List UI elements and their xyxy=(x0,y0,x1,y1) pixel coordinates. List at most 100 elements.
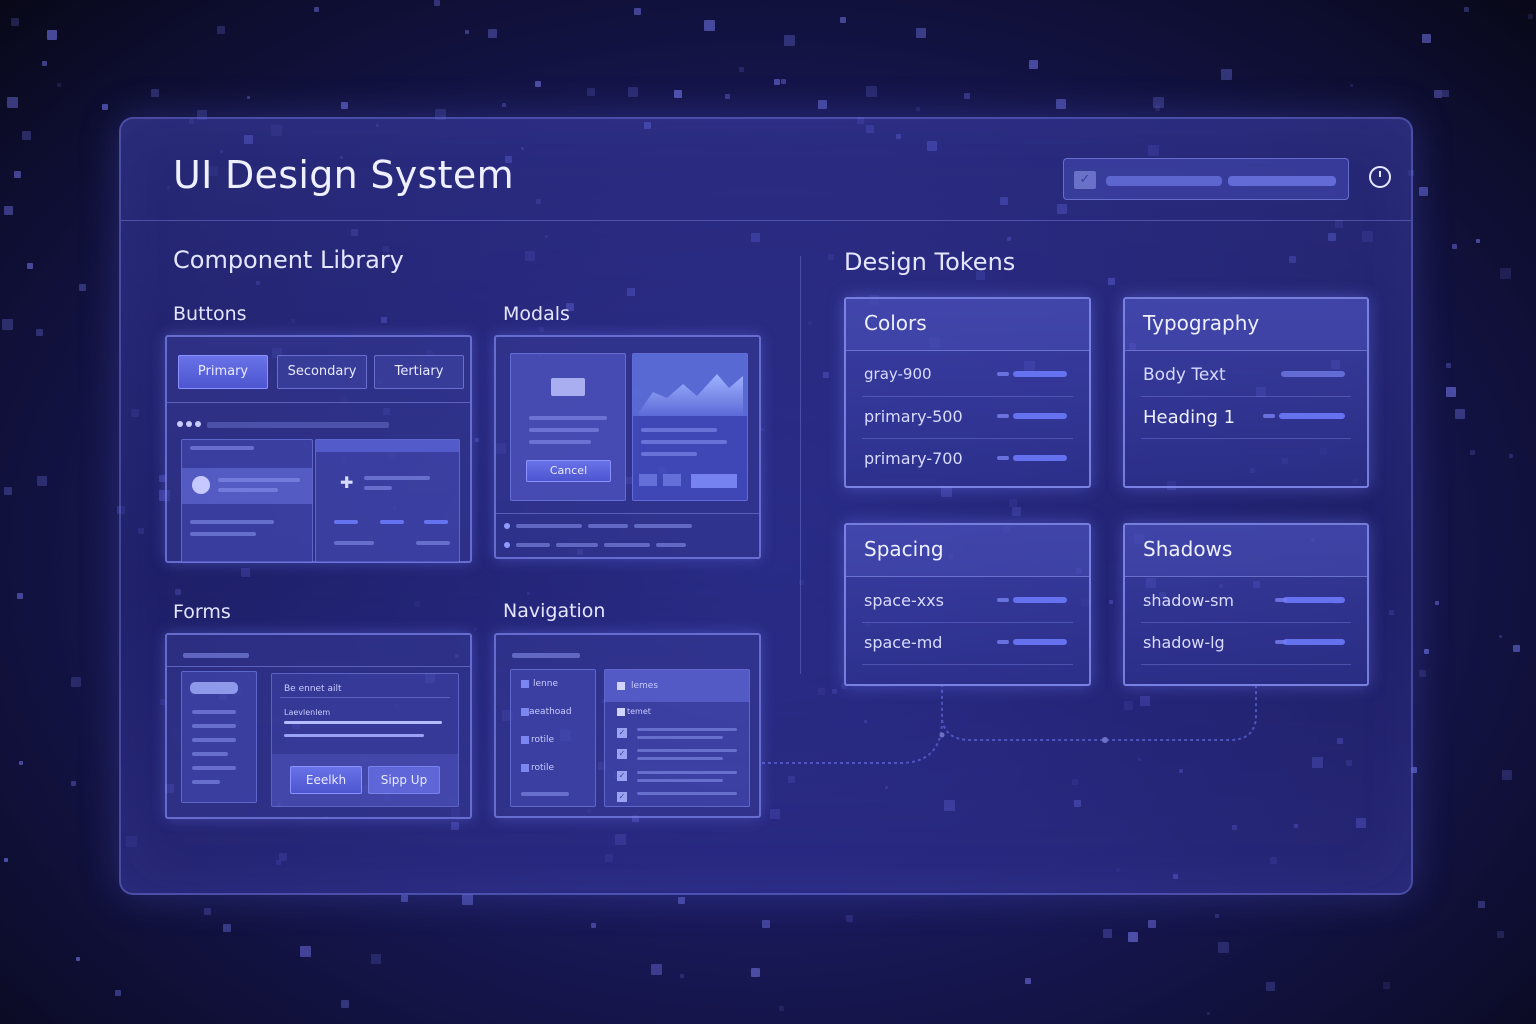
checkbox-icon[interactable]: ✓ xyxy=(617,771,627,781)
token-row[interactable]: space-xxs xyxy=(862,581,1073,623)
nav-item-icon xyxy=(521,680,529,688)
star-particle xyxy=(781,79,786,84)
star-particle xyxy=(1148,920,1156,928)
star-particle xyxy=(247,96,250,99)
token-row[interactable]: Heading 1 xyxy=(1141,397,1351,439)
placeholder-bar xyxy=(556,543,598,547)
checkbox-icon[interactable]: ✓ xyxy=(1074,171,1096,189)
placeholder-bar xyxy=(641,428,717,432)
star-particle xyxy=(964,93,970,99)
form-field-3-line[interactable] xyxy=(284,734,424,737)
form-submit-button[interactable]: Eeelkh xyxy=(290,766,362,794)
checkbox-icon[interactable]: ✓ xyxy=(617,728,627,738)
colors-card-title: Colors xyxy=(846,299,1089,351)
nav-panel-subtitle: temet xyxy=(627,707,651,716)
modals-section-title: Modals xyxy=(503,303,570,325)
star-particle xyxy=(651,964,662,975)
star-particle xyxy=(1455,409,1465,419)
sign-up-button[interactable]: Sipp Up xyxy=(368,766,440,794)
placeholder-bar xyxy=(641,452,697,456)
form-sidebar xyxy=(181,671,257,803)
star-particle xyxy=(462,894,473,905)
nav-sidebar: lenne aeathoad rotile rotile xyxy=(510,669,596,807)
form-field-2-line[interactable] xyxy=(284,721,442,724)
buttons-section-title: Buttons xyxy=(173,303,247,325)
nav-item-3[interactable]: rotile xyxy=(531,735,554,745)
star-particle xyxy=(115,990,121,996)
star-particle xyxy=(818,100,827,109)
star-particle xyxy=(151,89,159,97)
star-particle xyxy=(217,26,225,34)
star-particle xyxy=(628,87,638,97)
nav-item-1[interactable]: lenne xyxy=(533,679,558,689)
mini-card-topbar xyxy=(316,440,459,452)
placeholder-bar xyxy=(190,446,254,450)
nav-item-icon xyxy=(521,764,529,772)
star-particle xyxy=(591,923,596,928)
placeholder-bar xyxy=(364,476,430,480)
placeholder-bar xyxy=(656,543,686,547)
placeholder-bar xyxy=(416,541,450,545)
chart-icon xyxy=(633,354,747,416)
token-dots xyxy=(997,414,1009,418)
star-particle xyxy=(587,88,595,96)
primary-button[interactable]: Primary xyxy=(178,355,268,389)
mini-button[interactable] xyxy=(691,474,737,488)
token-row[interactable]: gray-900 xyxy=(862,355,1073,397)
star-particle xyxy=(1446,363,1451,368)
star-particle xyxy=(774,79,780,85)
mini-button[interactable] xyxy=(663,474,681,486)
checkbox-icon[interactable]: ✓ xyxy=(617,749,627,759)
star-particle xyxy=(2,319,13,330)
star-particle xyxy=(1502,770,1512,780)
nav-panel: lemes temet ✓ ✓ ✓ ✓ xyxy=(604,669,750,807)
token-row[interactable]: primary-700 xyxy=(862,439,1073,481)
typography-token-card[interactable]: Typography Body Text Heading 1 xyxy=(1123,297,1369,488)
power-icon[interactable] xyxy=(1368,165,1392,189)
token-size-bar xyxy=(1013,597,1067,603)
token-row[interactable]: shadow-sm xyxy=(1141,581,1351,623)
mini-button[interactable] xyxy=(639,474,657,486)
nav-item-4[interactable]: rotile xyxy=(531,763,554,773)
star-particle xyxy=(784,35,795,46)
token-row[interactable]: primary-500 xyxy=(862,397,1073,439)
placeholder-bar xyxy=(512,653,580,658)
placeholder-bar xyxy=(604,543,650,547)
token-swatch-bar xyxy=(1013,455,1067,461)
modal-cancel-button[interactable]: Cancel xyxy=(526,460,611,482)
placeholder-bar xyxy=(364,486,392,490)
star-particle xyxy=(840,17,846,23)
star-particle xyxy=(465,30,469,34)
spacing-token-card[interactable]: Spacing space-xxs space-md xyxy=(844,523,1091,686)
star-particle xyxy=(725,94,730,99)
star-particle xyxy=(1128,932,1138,942)
star-particle xyxy=(223,924,231,932)
window-dot xyxy=(177,421,183,427)
tertiary-button[interactable]: Tertiary xyxy=(374,355,464,389)
star-particle xyxy=(1435,601,1439,605)
header-toolbar-field[interactable]: ✓ xyxy=(1063,158,1349,200)
token-row[interactable]: shadow-lg xyxy=(1141,623,1351,665)
nav-item-2[interactable]: aeathoad xyxy=(529,707,572,717)
star-particle xyxy=(1478,901,1485,908)
star-particle xyxy=(674,90,682,98)
shadows-token-card[interactable]: Shadows shadow-sm shadow-lg xyxy=(1123,523,1369,686)
token-row[interactable]: Body Text xyxy=(1141,355,1351,397)
colors-token-card[interactable]: Colors gray-900 primary-500 primary-700 xyxy=(844,297,1091,488)
star-particle xyxy=(846,915,853,922)
placeholder-bar xyxy=(637,779,723,782)
star-particle xyxy=(4,858,8,862)
star-particle xyxy=(14,171,21,178)
token-row[interactable]: space-md xyxy=(862,623,1073,665)
checkbox-icon[interactable]: ✓ xyxy=(617,792,627,802)
placeholder-bar xyxy=(334,520,358,524)
placeholder-bar xyxy=(192,724,236,728)
star-particle xyxy=(300,946,311,957)
modals-card: Cancel xyxy=(494,335,761,559)
star-particle xyxy=(916,107,920,111)
form-field-1[interactable]: Be ennet ailt xyxy=(280,680,450,698)
window-dot xyxy=(195,421,201,427)
secondary-button[interactable]: Secondary xyxy=(277,355,367,389)
token-name: Heading 1 xyxy=(1143,407,1236,428)
form-sidebar-active-item[interactable] xyxy=(190,682,238,694)
